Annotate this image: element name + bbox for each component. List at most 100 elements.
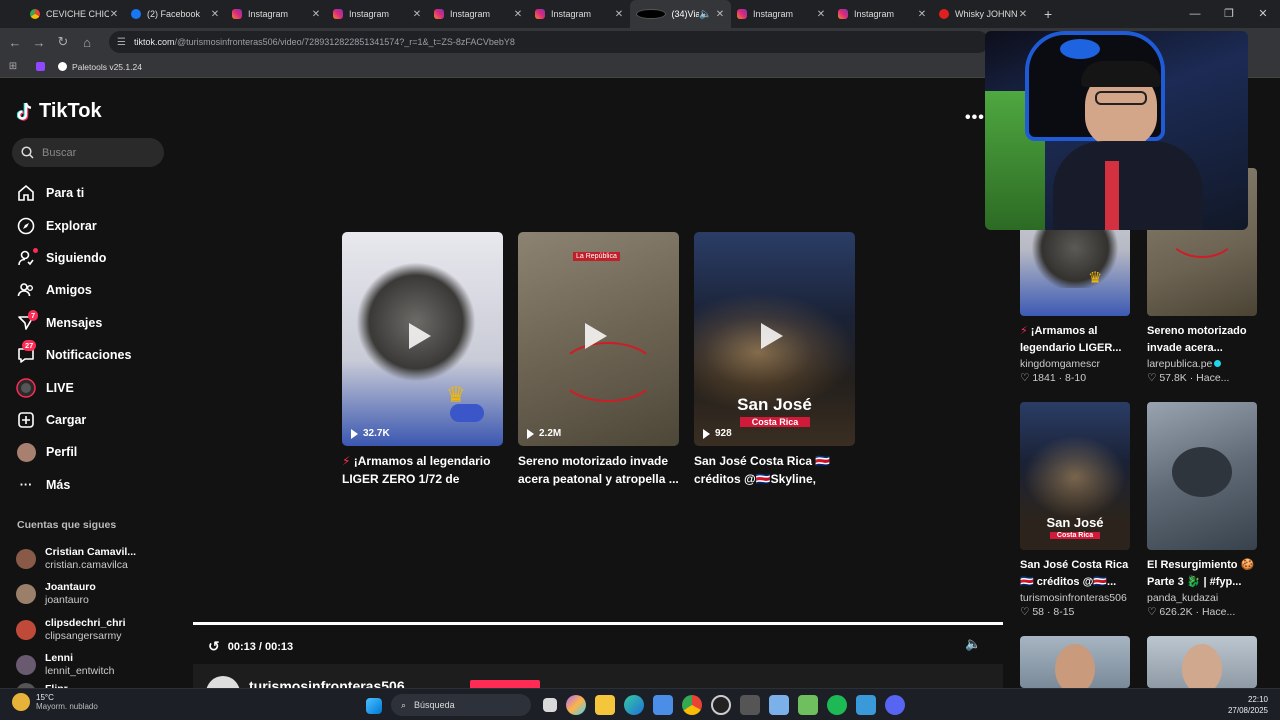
close-window-icon[interactable]: ✕ (1246, 0, 1280, 28)
maximize-icon[interactable]: ❐ (1212, 0, 1246, 28)
browser-tab-active[interactable]: (34)Viagra🔈✕ (630, 0, 731, 28)
tool-icon[interactable] (769, 695, 789, 715)
windows-start-icon[interactable] (366, 698, 382, 714)
following-item[interactable]: Joantauro joantauro (16, 577, 176, 613)
more-options-icon[interactable]: ••• (965, 109, 985, 127)
nav-item-live[interactable]: LIVE (16, 371, 176, 403)
following-item[interactable]: Lenni lennit_entwitch (16, 648, 176, 684)
browser-tab[interactable]: Instagram ✕ (327, 0, 428, 28)
related-video-card[interactable] (1147, 636, 1259, 688)
video-title[interactable]: ⚡ ¡Armamos al legendario LIGER ZERO 1/72… (342, 452, 503, 488)
browser-tab[interactable]: (2) Facebook ✕ (125, 0, 226, 28)
related-video-card[interactable]: El Resurgimiento 🍪 Parte 3 🐉 | #fyp... p… (1147, 402, 1259, 618)
nav-item-mensajes[interactable]: 7 Mensajes (16, 307, 176, 339)
browser-tab[interactable]: Instagram ✕ (832, 0, 933, 28)
nav-item-perfil[interactable]: Perfil (16, 436, 176, 468)
app-icon[interactable] (856, 695, 876, 715)
weather-widget[interactable]: 15°C Mayorm. nublado (12, 693, 98, 711)
new-tab-button[interactable]: + (1044, 6, 1052, 22)
home-icon[interactable]: ⌂ (75, 35, 99, 50)
close-tab-icon[interactable]: ✕ (109, 9, 119, 20)
bookmark-paletools[interactable]: Paletools v25.1.24 (58, 62, 142, 72)
follow-button[interactable] (470, 680, 540, 688)
taskbar-search-input[interactable] (414, 700, 505, 710)
video-thumbnail[interactable]: ♛ 32.7K (342, 232, 503, 446)
related-thumbnail[interactable] (1147, 402, 1257, 550)
system-clock[interactable]: 22:10 27/08/2025 (1228, 694, 1268, 716)
replay-icon[interactable]: ↺ (208, 638, 220, 655)
chrome-icon[interactable] (682, 695, 702, 715)
back-icon[interactable]: ← (3, 35, 27, 50)
video-thumbnail[interactable]: San José Costa Rica 928 (694, 232, 855, 446)
facebook-icon (131, 9, 141, 19)
close-tab-icon[interactable]: ✕ (816, 9, 826, 20)
related-stats: ♡ 58 · 8-15 (1020, 606, 1075, 618)
app-icon[interactable] (798, 695, 818, 715)
app-icon[interactable] (740, 695, 760, 715)
nav-item-amigos[interactable]: Amigos (16, 274, 176, 306)
related-thumbnail[interactable]: San José Costa Rica (1020, 402, 1130, 550)
nav-item-para-ti[interactable]: Para ti (16, 177, 176, 209)
related-user[interactable]: kingdomgamescr (1020, 358, 1132, 370)
tiktok-logo[interactable]: TikTok (16, 100, 102, 123)
video-thumbnail[interactable]: La República 2.2M (518, 232, 679, 446)
site-info-icon[interactable]: ☰ (117, 37, 126, 48)
task-view-icon[interactable] (543, 698, 557, 712)
related-user[interactable]: larepublica.pe (1147, 358, 1259, 370)
search-box[interactable] (12, 138, 164, 167)
url-field[interactable]: ☰ tiktok.com/@turismosinfronteras506/vid… (109, 31, 989, 53)
taskbar-search[interactable]: ⌕ (391, 694, 531, 716)
nav-item-siguiendo[interactable]: Siguiendo (16, 242, 176, 274)
close-tab-icon[interactable]: ✕ (1018, 9, 1028, 20)
nav-item-notificaciones[interactable]: 27 Notificaciones (16, 339, 176, 371)
related-video-card[interactable]: San José Costa Rica San José Costa Rica … (1020, 402, 1132, 618)
close-tab-icon[interactable]: ✕ (513, 9, 523, 20)
close-tab-icon[interactable]: ✕ (917, 9, 927, 20)
author-name[interactable]: turismosinfronteras506 (249, 678, 405, 688)
related-user[interactable]: panda_kudazai (1147, 592, 1259, 604)
more-icon: ··· (19, 477, 33, 492)
apps-grid-icon[interactable]: ⊞ (0, 61, 26, 72)
progress-bar[interactable] (193, 622, 1003, 625)
end-screen-video[interactable]: La República 2.2M Sereno motorizado inva… (518, 232, 679, 488)
end-screen-video[interactable]: San José Costa Rica 928 San José Costa R… (694, 232, 855, 488)
author-avatar[interactable] (206, 676, 240, 688)
nav-item-cargar[interactable]: Cargar (16, 404, 176, 436)
video-title[interactable]: Sereno motorizado invade acera peatonal … (518, 452, 679, 488)
following-item[interactable]: Cristian Camavil... cristian.camavilca (16, 541, 176, 577)
browser-tab[interactable]: Instagram ✕ (226, 0, 327, 28)
video-title[interactable]: San José Costa Rica 🇨🇷 créditos @🇨🇷Skyli… (694, 452, 855, 488)
speaker-icon[interactable]: 🔈 (699, 9, 711, 20)
close-tab-icon[interactable]: ✕ (614, 9, 624, 20)
discord-icon[interactable] (885, 695, 905, 715)
volume-icon[interactable]: 🔈 (965, 636, 981, 652)
spotify-icon[interactable] (827, 695, 847, 715)
browser-tab[interactable]: Instagram ✕ (529, 0, 630, 28)
minimize-icon[interactable]: — (1178, 0, 1212, 28)
copilot-icon[interactable] (566, 695, 586, 715)
edge-icon[interactable] (624, 695, 644, 715)
browser-tab[interactable]: Whisky JOHNN ✕ (933, 0, 1034, 28)
end-screen-video[interactable]: ♛ 32.7K ⚡ ¡Armamos al legendario LIGER Z… (342, 232, 503, 488)
close-tab-icon[interactable]: ✕ (412, 9, 422, 20)
nav-item-mas[interactable]: ··· Más (16, 469, 176, 501)
obs-icon[interactable] (711, 695, 731, 715)
close-tab-icon[interactable]: ✕ (715, 9, 725, 20)
related-thumbnail[interactable] (1147, 636, 1257, 688)
file-explorer-icon[interactable] (595, 695, 615, 715)
reload-icon[interactable]: ↻ (51, 34, 75, 50)
close-tab-icon[interactable]: ✕ (210, 9, 220, 20)
browser-tab[interactable]: CEVICHE CHIC ✕ (24, 0, 125, 28)
related-thumbnail[interactable] (1020, 636, 1130, 688)
nav-item-explorar[interactable]: Explorar (16, 209, 176, 241)
following-item[interactable]: clipsdechri_chri clipsangersarmy (16, 612, 176, 648)
related-user[interactable]: turismosinfronteras506 (1020, 592, 1132, 604)
browser-tab[interactable]: Instagram ✕ (731, 0, 832, 28)
related-video-card[interactable] (1020, 636, 1132, 688)
browser-tab[interactable]: Instagram ✕ (428, 0, 529, 28)
twitch-icon[interactable] (36, 62, 50, 71)
search-input[interactable] (42, 146, 152, 159)
store-icon[interactable] (653, 695, 673, 715)
close-tab-icon[interactable]: ✕ (311, 9, 321, 20)
forward-icon[interactable]: → (27, 35, 51, 50)
